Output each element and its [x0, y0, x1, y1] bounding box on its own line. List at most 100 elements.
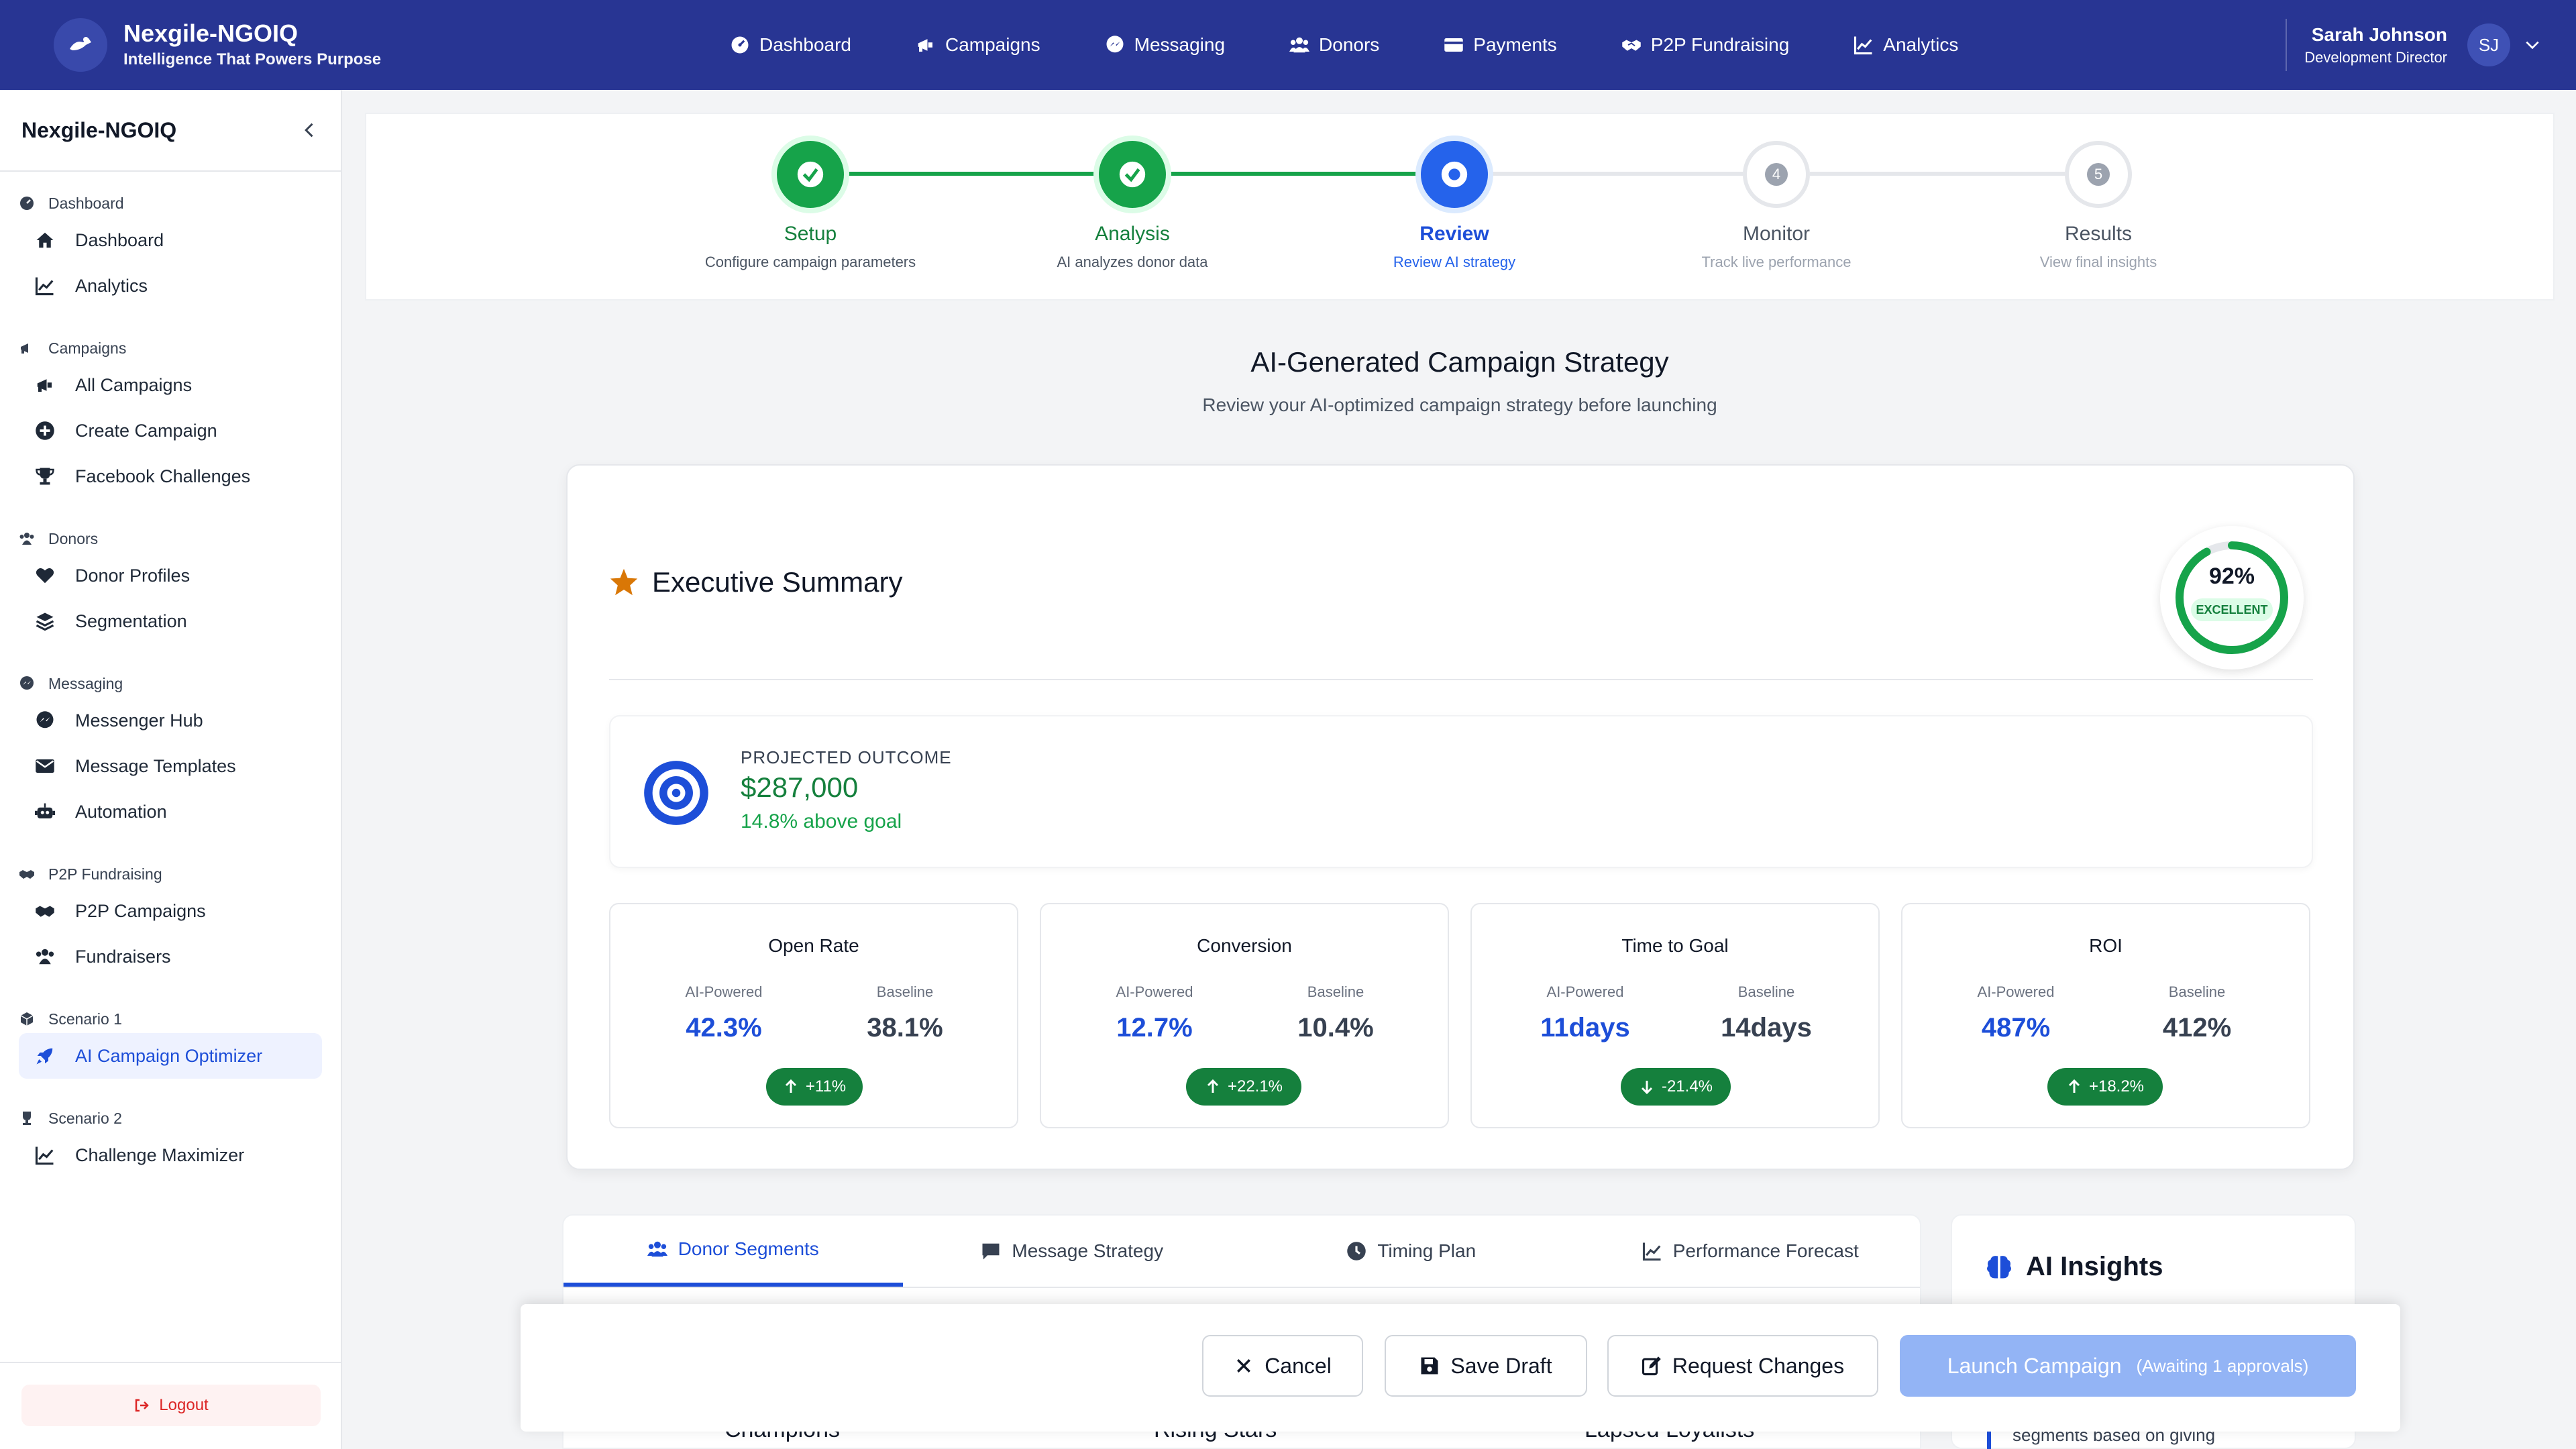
metric-ai-label: AI-Powered — [1116, 983, 1193, 1000]
sidebar-item-automation[interactable]: Automation — [19, 789, 322, 835]
chevron-left-icon[interactable] — [301, 121, 319, 140]
save-icon — [1421, 1357, 1438, 1375]
users-icon — [36, 949, 54, 965]
brand-tagline: Intelligence That Powers Purpose — [123, 50, 382, 68]
metric-ai-label: AI-Powered — [1977, 983, 2055, 1000]
tab-performance-forecast[interactable]: Performance Forecast — [1581, 1216, 1921, 1287]
brand[interactable]: Nexgile-NGOIQ Intelligence That Powers P… — [54, 18, 671, 72]
sidebar-item-fundraisers[interactable]: Fundraisers — [19, 934, 322, 979]
metric-baseline-label: Baseline — [876, 983, 934, 1000]
step-results[interactable]: 5 Results View final insights — [1957, 114, 2239, 271]
sidebar-item-analytics[interactable]: Analytics — [19, 263, 322, 309]
projected-outcome: PROJECTED OUTCOME $287,000 14.8% above g… — [609, 715, 2313, 868]
user-name: Sarah Johnson — [2311, 24, 2447, 45]
metric-delta-badge: -21.4% — [1621, 1068, 1731, 1106]
sidebar-section-scenario-1: Scenario 1 — [0, 1005, 341, 1033]
topnav-analytics[interactable]: Analytics — [1821, 0, 1990, 90]
user-menu[interactable]: Sarah Johnson Development Director SJ — [2286, 19, 2541, 71]
step-number-icon: 4 — [1743, 141, 1810, 208]
metric-title: Time to Goal — [1621, 935, 1729, 956]
cancel-button[interactable]: Cancel — [1202, 1335, 1363, 1397]
step-subtitle: Review AI strategy — [1393, 254, 1516, 270]
sidebar-item-donor-profiles[interactable]: Donor Profiles — [19, 553, 322, 598]
sidebar-item-facebook-challenges[interactable]: Facebook Challenges — [19, 453, 322, 499]
users-icon — [647, 1241, 667, 1257]
chart-line-icon — [35, 1146, 54, 1165]
metric-title: Open Rate — [768, 935, 859, 956]
step-number-icon: 5 — [2065, 141, 2132, 208]
step-analysis[interactable]: Analysis AI analyzes donor data — [991, 114, 1273, 271]
sidebar-item-label: Segmentation — [75, 610, 187, 631]
sidebar-item-challenge-maximizer[interactable]: Challenge Maximizer — [19, 1132, 322, 1178]
chevron-down-icon[interactable] — [2524, 36, 2541, 54]
handshake-icon — [19, 870, 34, 879]
sidebar-section-messaging: Messaging — [0, 669, 341, 698]
sidebar-item-label: P2P Campaigns — [75, 900, 206, 921]
executive-summary-card: Executive Summary 92% EXCELLENT PROJECTE… — [566, 464, 2355, 1170]
metric-card-time-to-goal: Time to Goal AI-Powered 11days Baseline … — [1470, 903, 1880, 1128]
megaphone-icon — [21, 343, 28, 354]
target-icon — [644, 761, 708, 825]
outcome-note: 14.8% above goal — [741, 810, 902, 833]
sidebar-item-message-templates[interactable]: Message Templates — [19, 743, 322, 789]
metric-baseline-label: Baseline — [1737, 983, 1795, 1000]
step-subtitle: AI analyzes donor data — [1057, 254, 1208, 270]
sidebar-item-label: Message Templates — [75, 755, 236, 776]
avatar[interactable]: SJ — [2467, 23, 2510, 66]
tab-message-strategy[interactable]: Message Strategy — [903, 1216, 1242, 1287]
sidebar-item-ai-campaign-optimizer[interactable]: AI Campaign Optimizer — [19, 1033, 322, 1079]
metric-ai-label: AI-Powered — [685, 983, 763, 1000]
step-subtitle: Configure campaign parameters — [704, 254, 916, 270]
sidebar-item-label: Dashboard — [75, 229, 164, 250]
trophy-icon — [23, 1112, 31, 1125]
home-icon — [36, 232, 54, 248]
dashboard-icon — [731, 36, 749, 54]
outcome-label: PROJECTED OUTCOME — [741, 747, 952, 767]
save-draft-button[interactable]: Save Draft — [1385, 1335, 1587, 1397]
users-icon — [1289, 37, 1310, 53]
step-title: Monitor — [1742, 223, 1811, 245]
trophy-icon — [36, 468, 54, 485]
brand-logo-icon — [54, 18, 107, 72]
tab-timing-plan[interactable]: Timing Plan — [1242, 1216, 1581, 1287]
metric-baseline-value: 10.4% — [1297, 1013, 1374, 1042]
step-subtitle: View final insights — [2039, 254, 2157, 270]
sidebar-item-all-campaigns[interactable]: All Campaigns — [19, 362, 322, 408]
step-title: Review — [1419, 223, 1489, 245]
close-icon — [1237, 1359, 1251, 1373]
sidebar-item-label: Facebook Challenges — [75, 466, 251, 486]
progress-stepper: Setup Configure campaign parameters Anal… — [365, 113, 2555, 301]
score-value: 92% — [2208, 564, 2255, 589]
sidebar-item-messenger-hub[interactable]: Messenger Hub — [19, 698, 322, 743]
rocket-icon — [36, 1048, 53, 1065]
launch-campaign-button[interactable]: Launch Campaign (Awaiting 1 approvals) — [1900, 1335, 2356, 1397]
step-title: Setup — [784, 223, 837, 245]
topnav-payments[interactable]: Payments — [1411, 0, 1589, 90]
sidebar-section-label: Scenario 1 — [48, 1010, 122, 1028]
sidebar-item-p2p-campaigns[interactable]: P2P Campaigns — [19, 888, 322, 934]
step-setup[interactable]: Setup Configure campaign parameters — [669, 114, 951, 271]
metric-baseline-label: Baseline — [1307, 983, 1364, 1000]
sidebar-item-create-campaign[interactable]: Create Campaign — [19, 408, 322, 453]
score-badge: EXCELLENT — [2191, 598, 2273, 621]
tab-donor-segments[interactable]: Donor Segments — [564, 1216, 903, 1287]
topnav-label: Donors — [1319, 34, 1380, 55]
sidebar-section-label: Messaging — [48, 674, 123, 692]
sidebar-section-label: Scenario 2 — [48, 1109, 122, 1127]
sidebar-section-p2p: P2P Fundraising — [0, 860, 341, 888]
sidebar-item-dashboard[interactable]: Dashboard — [19, 217, 322, 263]
sidebar-item-segmentation[interactable]: Segmentation — [19, 598, 322, 644]
handshake-icon — [36, 906, 54, 917]
topnav-donors[interactable]: Donors — [1257, 0, 1411, 90]
sidebar-section-scenario-2: Scenario 2 — [0, 1104, 341, 1132]
step-review[interactable]: Review Review AI strategy — [1313, 114, 1595, 271]
topnav-messaging[interactable]: Messaging — [1073, 0, 1257, 90]
sidebar-item-label: Analytics — [75, 275, 148, 296]
topnav-dashboard[interactable]: Dashboard — [698, 0, 883, 90]
step-monitor[interactable]: 4 Monitor Track live performance — [1635, 114, 1917, 271]
logout-button[interactable]: Logout — [21, 1385, 321, 1426]
topnav-p2p[interactable]: P2P Fundraising — [1589, 0, 1822, 90]
metric-ai-value: 487% — [1981, 1013, 2051, 1042]
topnav-campaigns[interactable]: Campaigns — [883, 0, 1073, 90]
request-changes-button[interactable]: Request Changes — [1607, 1335, 1878, 1397]
